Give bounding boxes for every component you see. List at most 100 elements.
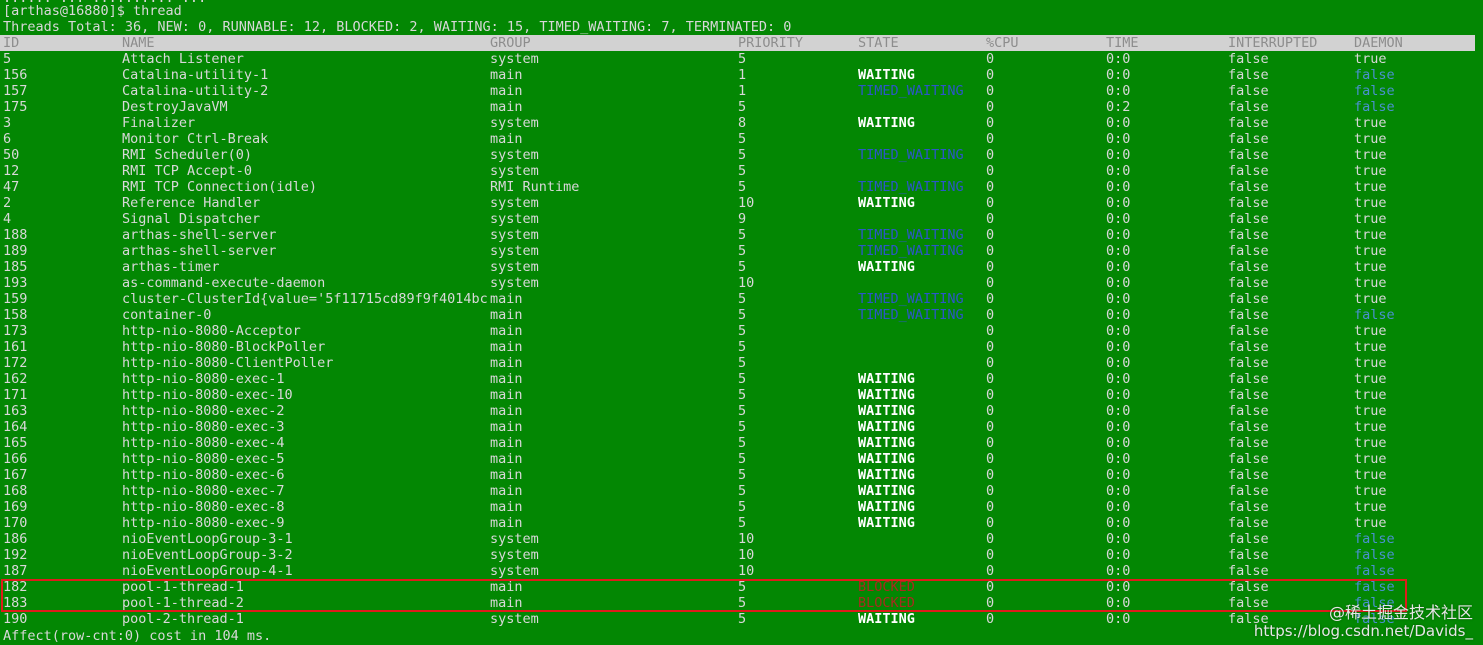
cell-time: 0:0 [1106,451,1131,467]
header-name: NAME [122,35,155,51]
cell-id: 193 [3,275,28,291]
cell-id: 187 [3,563,28,579]
cell-state: TIMED_WAITING [858,83,964,99]
cell-state: WAITING [858,403,915,419]
table-row: 161 http-nio-8080-BlockPoller main 5 0 0:0 fal… [0,339,1475,355]
cell-id: 165 [3,435,28,451]
cell-cpu: 0 [986,147,995,163]
cell-name: RMI TCP Accept-0 [122,163,253,179]
cell-state [858,99,983,115]
cell-interrupted: false [1228,275,1269,291]
cell-interrupted: false [1228,291,1269,307]
cell-id: 172 [3,355,28,371]
cell-time: 0:0 [1106,435,1131,451]
cell-time: 0:0 [1106,611,1131,627]
cell-name: arthas-shell-server [122,243,277,259]
cell-time: 0:0 [1106,291,1131,307]
table-body: 5 Attach Listener system 5 0 0:0 false true 156 C… [0,51,1475,627]
cell-daemon: false [1354,83,1395,99]
table-row: 2 Reference Handler system 10 WAITING 0 0:0 fal… [0,195,1475,211]
cell-name: Reference Handler [122,195,261,211]
cell-id: 159 [3,291,28,307]
cell-time: 0:0 [1106,419,1131,435]
cell-id: 189 [3,243,28,259]
cell-cpu: 0 [986,499,995,515]
cell-priority: 5 [738,467,747,483]
cell-group: main [490,579,523,595]
cell-name: http-nio-8080-exec-6 [122,467,285,483]
cell-time: 0:0 [1106,547,1131,563]
cell-daemon: true [1354,227,1387,243]
cell-time: 0:0 [1106,387,1131,403]
table-header: ID NAME GROUP PRIORITY STATE %CPU TIME I… [0,35,1475,51]
cell-priority: 1 [738,83,747,99]
cell-state: WAITING [858,611,915,627]
table-row: 156 Catalina-utility-1 main 1 WAITING 0 0:0 fal… [0,67,1475,83]
header-priority: PRIORITY [738,35,804,51]
cell-priority: 5 [738,131,747,147]
cell-daemon: true [1354,483,1387,499]
cell-id: 164 [3,419,28,435]
cell-cpu: 0 [986,611,995,627]
cell-daemon: true [1354,515,1387,531]
cell-interrupted: false [1228,147,1269,163]
cell-priority: 10 [738,563,755,579]
cell-priority: 5 [738,307,747,323]
cell-id: 4 [3,211,12,227]
cell-id: 168 [3,483,28,499]
cell-group: main [490,323,523,339]
cell-interrupted: false [1228,195,1269,211]
cell-state: WAITING [858,515,915,531]
cell-interrupted: false [1228,355,1269,371]
cell-priority: 5 [738,371,747,387]
cell-priority: 5 [738,403,747,419]
cell-id: 163 [3,403,28,419]
header-daemon: DAEMON [1354,35,1403,51]
cell-interrupted: false [1228,179,1269,195]
cell-priority: 5 [738,243,747,259]
cell-interrupted: false [1228,451,1269,467]
cell-state: WAITING [858,435,915,451]
cell-state: BLOCKED [858,579,915,595]
thread-table: ID NAME GROUP PRIORITY STATE %CPU TIME I… [0,35,1475,627]
cell-id: 166 [3,451,28,467]
cell-name: Finalizer [122,115,196,131]
cell-time: 0:0 [1106,403,1131,419]
command-prompt: [arthas@16880]$ thread [3,3,182,19]
cell-daemon: true [1354,179,1387,195]
cell-group: main [490,371,523,387]
cell-time: 0:0 [1106,259,1131,275]
cell-group: main [490,451,523,467]
cell-priority: 5 [738,339,747,355]
cell-state: WAITING [858,115,915,131]
cell-priority: 5 [738,99,747,115]
cell-priority: 5 [738,163,747,179]
cell-priority: 5 [738,51,747,67]
cell-daemon: true [1354,243,1387,259]
cell-priority: 5 [738,387,747,403]
cell-daemon: true [1354,339,1387,355]
cell-state: TIMED_WAITING [858,179,964,195]
cell-name: arthas-shell-server [122,227,277,243]
cell-name: http-nio-8080-exec-3 [122,419,285,435]
cell-interrupted: false [1228,99,1269,115]
cell-daemon: true [1354,163,1387,179]
cell-group: main [490,131,523,147]
cell-group: system [490,531,539,547]
cell-id: 167 [3,467,28,483]
cell-id: 169 [3,499,28,515]
cell-group: system [490,147,539,163]
terminal-window[interactable]: ...... ... .......... ... [arthas@16880]… [0,0,1483,645]
cell-state [858,211,983,227]
cell-id: 192 [3,547,28,563]
cell-daemon: false [1354,563,1395,579]
cell-state [858,131,983,147]
cell-daemon: true [1354,323,1387,339]
cell-group: main [490,403,523,419]
table-row: 159 cluster-ClusterId{value='5f11715cd89f… [0,291,1475,307]
cell-cpu: 0 [986,51,995,67]
cell-name: http-nio-8080-exec-1 [122,371,285,387]
cell-id: 162 [3,371,28,387]
cell-name: nioEventLoopGroup-3-1 [122,531,293,547]
cell-state: WAITING [858,451,915,467]
